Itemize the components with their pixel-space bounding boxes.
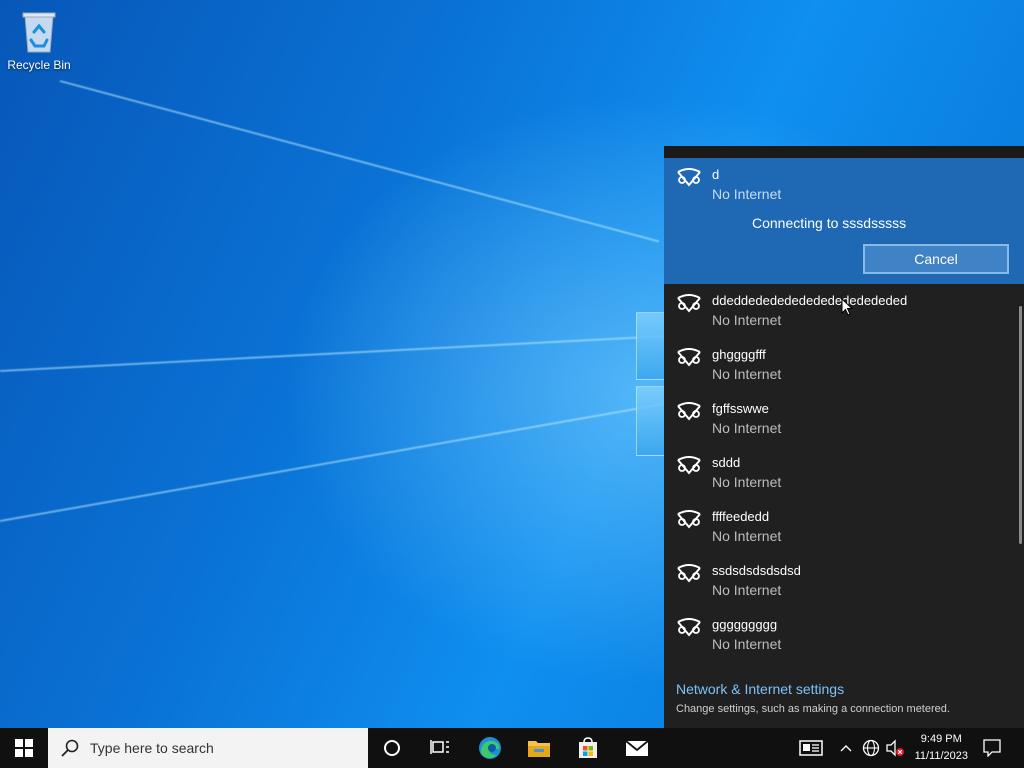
network-settings-link[interactable]: Network & Internet settings [676,681,844,697]
network-list-item[interactable]: ffffeededd No Internet [664,500,1014,554]
clock-time: 9:49 PM [920,733,962,745]
network-status: No Internet [712,582,782,598]
task-view-button[interactable] [418,728,462,768]
recycle-bin-icon [22,12,56,53]
wifi-no-internet-icon [677,510,701,529]
windows-logo-icon [15,739,33,757]
volume-muted-icon [886,739,904,757]
file-explorer-button[interactable] [517,728,561,768]
network-settings-description: Change settings, such as making a connec… [676,703,950,715]
network-list-item[interactable]: ddeddededededededededededed No Internet [664,284,1014,338]
start-button[interactable] [0,728,48,768]
network-name: fgffsswwe [712,401,769,416]
chevron-up-icon [840,745,852,752]
show-hidden-icons-button[interactable] [836,728,856,768]
network-name: ddeddededededededededededed [712,293,908,308]
volume-tray-button[interactable] [884,728,906,768]
globe-network-icon [862,739,880,757]
network-name: ssdsdsdsdsdsd [712,563,801,578]
recycle-bin[interactable]: Recycle Bin [6,8,72,72]
wallpaper-beam [0,401,670,522]
active-network[interactable]: d No Internet Connecting to sssdsssss Ca… [664,158,1024,284]
edge-button[interactable] [468,728,512,768]
cancel-button[interactable]: Cancel [863,244,1009,274]
network-name: d [712,167,720,182]
network-status: No Internet [712,420,782,436]
mail-envelope-icon [625,740,649,756]
news-widget-button[interactable] [796,728,826,768]
wallpaper-logo-pane [636,312,666,380]
network-status: No Internet [712,474,782,490]
clock-date: 11/11/2023 [914,750,968,762]
network-name: ggggggggg [712,617,778,632]
taskbar: Type here to search 9:49 PM 11/11/2023 [0,728,1024,768]
wallpaper-logo-pane [636,386,666,456]
task-view-icon [430,740,449,754]
search-placeholder: Type here to search [90,740,214,756]
wallpaper-beam [0,334,680,372]
search-icon [61,739,79,757]
wifi-no-internet-icon [677,402,701,421]
taskbar-search-box[interactable]: Type here to search [48,728,368,768]
wifi-no-internet-icon [677,564,701,583]
tray-clock[interactable]: 9:49 PM 11/11/2023 [915,731,968,765]
wifi-no-internet-icon [677,618,701,637]
action-center-button[interactable] [980,728,1004,768]
wifi-no-internet-icon [677,456,701,475]
network-status: No Internet [712,636,782,652]
network-status: No Internet [712,312,782,328]
mouse-cursor-icon [841,298,853,316]
network-flyout: d No Internet Connecting to sssdsssss Ca… [664,146,1024,728]
wallpaper-beam [59,80,660,243]
recycle-bin-label: Recycle Bin [7,58,71,72]
network-tray-button[interactable] [860,728,882,768]
network-status: No Internet [712,366,782,382]
network-list-item[interactable]: ghggggfff No Internet [664,338,1014,392]
network-list-item[interactable]: ggggggggg No Internet [664,608,1014,662]
store-button[interactable] [566,728,610,768]
news-icon [799,740,823,756]
notification-icon [983,739,1001,757]
store-bag-icon [579,737,597,758]
edge-browser-icon [479,737,501,759]
network-status: No Internet [712,186,782,202]
network-name: ghggggfff [712,347,766,362]
connecting-status-text: Connecting to sssdsssss [752,215,907,231]
folder-icon [528,741,550,757]
network-name: ffffeededd [712,509,770,524]
cortana-button[interactable] [370,728,414,768]
wifi-no-internet-icon [677,294,701,313]
scrollbar[interactable] [1019,306,1022,544]
wifi-no-internet-icon [677,168,701,187]
mail-button[interactable] [615,728,659,768]
wifi-no-internet-icon [677,348,701,367]
network-status: No Internet [712,528,782,544]
flyout-top-bar [664,146,1024,158]
cortana-circle-icon [384,740,400,756]
network-name: sddd [712,455,741,470]
network-list-item[interactable]: fgffsswwe No Internet [664,392,1014,446]
network-list-item[interactable]: ssdsdsdsdsdsd No Internet [664,554,1014,608]
network-list-item[interactable]: sddd No Internet [664,446,1014,500]
